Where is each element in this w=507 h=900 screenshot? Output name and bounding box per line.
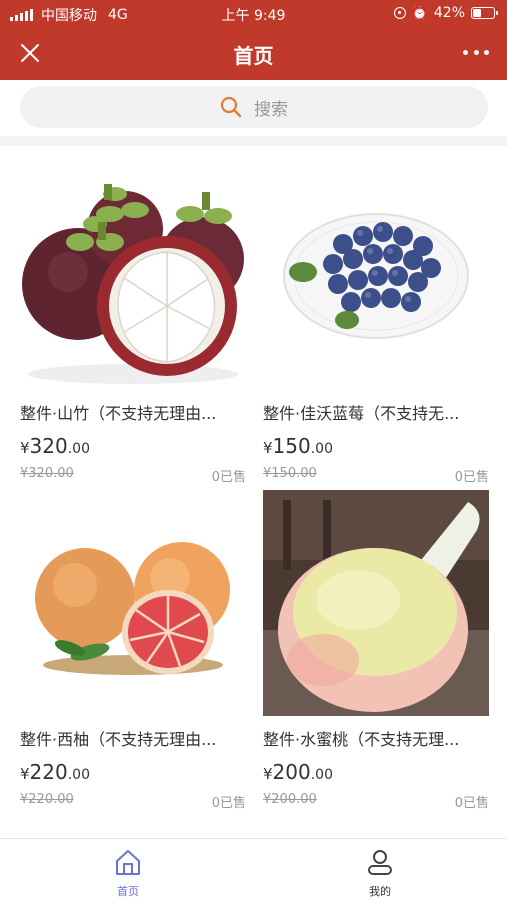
sold-count: 0已售 <box>454 470 489 485</box>
more-icon[interactable] <box>463 42 489 62</box>
product-name[interactable]: 整件·山竹（不支持无理由... <box>20 400 246 424</box>
product-price: ¥220.00 <box>20 760 246 784</box>
search-input[interactable]: 搜索 <box>20 86 488 128</box>
sold-count: 0已售 <box>211 796 246 811</box>
price-currency: ¥ <box>20 439 30 457</box>
navbar: 首页 <box>0 28 507 80</box>
price-integer: 200 <box>272 760 311 784</box>
battery-icon <box>471 7 498 19</box>
search-icon <box>220 96 242 118</box>
product-name[interactable]: 整件·西柚（不支持无理由... <box>20 726 246 750</box>
original-price: ¥320.00 <box>20 466 74 481</box>
original-price: ¥150.00 <box>263 466 317 481</box>
tab-bar: 首页 我的 <box>0 838 507 900</box>
battery-percent: 42% <box>433 5 465 21</box>
product-price: ¥320.00 <box>20 434 246 458</box>
search-section: 搜索 <box>0 80 507 136</box>
tab-home[interactable]: 首页 <box>88 847 168 899</box>
original-price: ¥220.00 <box>20 792 74 807</box>
user-icon <box>368 850 392 875</box>
price-currency: ¥ <box>20 765 30 783</box>
tab-mine[interactable]: 我的 <box>340 847 420 899</box>
price-currency: ¥ <box>263 765 273 783</box>
product-image-peach[interactable] <box>263 490 489 716</box>
sold-count: 0已售 <box>211 470 246 485</box>
original-price: ¥200.00 <box>263 792 317 807</box>
product-card[interactable]: 整件·山竹（不支持无理由... ¥320.00 ¥320.00 0已售 <box>20 164 246 485</box>
product-card[interactable]: 整件·水蜜桃（不支持无理... ¥200.00 ¥200.00 0已售 <box>263 490 489 811</box>
price-decimal: .00 <box>310 441 333 457</box>
product-price: ¥200.00 <box>263 760 489 784</box>
page-title: 首页 <box>233 44 274 68</box>
price-decimal: .00 <box>67 767 90 783</box>
header: 中国移动 4G 上午 9:49 ⏰ 42% 首页 <box>0 0 507 80</box>
home-icon <box>116 850 140 875</box>
battery-level <box>473 9 481 17</box>
price-currency: ¥ <box>263 439 273 457</box>
product-card[interactable]: 整件·西柚（不支持无理由... ¥220.00 ¥220.00 0已售 <box>20 490 246 811</box>
product-image-grapefruit[interactable] <box>20 490 246 716</box>
product-name[interactable]: 整件·水蜜桃（不支持无理... <box>263 726 489 750</box>
alarm-icon: ⏰ <box>411 5 428 21</box>
status-bar: 中国移动 4G 上午 9:49 ⏰ 42% <box>0 0 507 28</box>
price-integer: 150 <box>272 434 311 458</box>
tab-mine-label: 我的 <box>369 885 391 898</box>
price-decimal: .00 <box>310 767 333 783</box>
price-integer: 220 <box>29 760 68 784</box>
search-placeholder: 搜索 <box>254 99 288 120</box>
divider <box>0 136 507 146</box>
product-name[interactable]: 整件·佳沃蓝莓（不支持无... <box>263 400 489 424</box>
sold-count: 0已售 <box>454 796 489 811</box>
product-card[interactable]: 整件·佳沃蓝莓（不支持无... ¥150.00 ¥150.00 0已售 <box>263 164 489 485</box>
product-image-blueberry[interactable] <box>263 164 489 390</box>
price-decimal: .00 <box>67 441 90 457</box>
tab-home-label: 首页 <box>117 885 139 898</box>
product-image-mangosteen[interactable] <box>20 164 246 390</box>
product-price: ¥150.00 <box>263 434 489 458</box>
price-integer: 320 <box>29 434 68 458</box>
orientation-lock-icon <box>393 7 406 19</box>
